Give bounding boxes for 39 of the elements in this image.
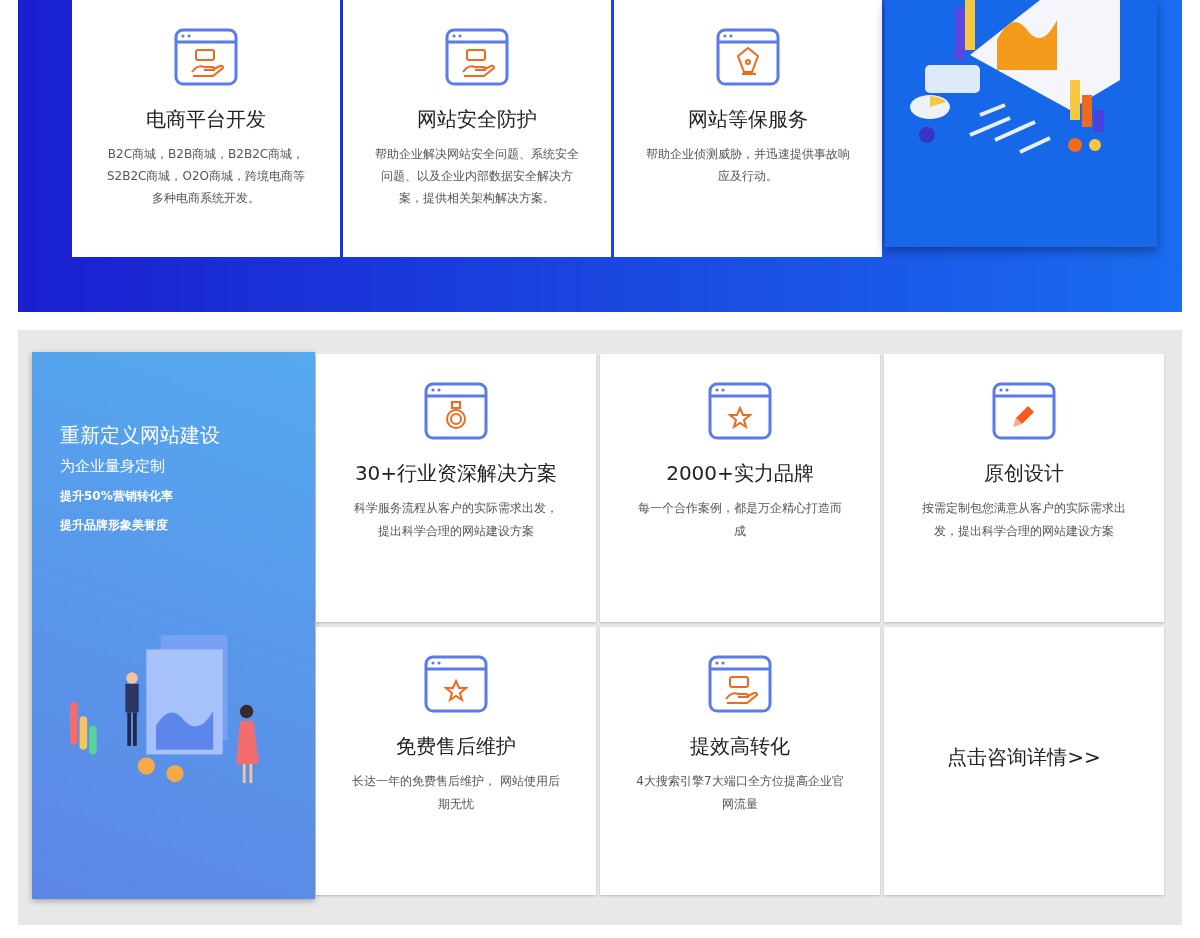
service-title: 网站等保服务 xyxy=(688,106,808,133)
promo-bullet: 提升50%营销转化率 xyxy=(60,488,173,505)
service-description: B2C商城，B2B商城，B2B2C商城，S2B2C商城，O2O商城，跨境电商等多种电商系统开发。 xyxy=(106,146,306,207)
column-shape xyxy=(1070,80,1080,120)
medal-window-icon xyxy=(424,382,488,440)
promo-title: 重新定义网站建设 xyxy=(60,422,220,449)
pen-nib-window-icon xyxy=(716,28,780,86)
feature-description: 每一个合作案例，都是万企精心打造而成 xyxy=(637,500,843,540)
pie-disc-drawing xyxy=(910,95,950,119)
promo-bullet: 提升品牌形象美誉度 xyxy=(60,517,168,534)
feature-title: 提效高转化 xyxy=(690,733,790,760)
service-description: 帮助企业侦测威胁，并迅速提供事故响应及行动。 xyxy=(645,146,851,185)
coin-icon xyxy=(166,764,184,783)
column-shape xyxy=(1082,95,1092,127)
promo-subtitle: 为企业量身定制 xyxy=(60,457,165,476)
hand-card-window-icon xyxy=(445,28,509,86)
hand-card-window-icon xyxy=(708,655,772,713)
feature-title: 30+行业资深解决方案 xyxy=(354,460,558,487)
service-title: 网站安全防护 xyxy=(417,106,537,133)
hand-card-window-icon xyxy=(174,28,238,86)
star-window-icon xyxy=(424,655,488,713)
feature-description: 长达一年的免费售后维护， 网站使用后期无忧 xyxy=(352,773,560,813)
column-shape xyxy=(965,0,975,50)
feature-title: 原创设计 xyxy=(984,460,1064,487)
feature-title: 免费售后维护 xyxy=(396,733,516,760)
service-description: 帮助企业解决网站安全问题、系统安全问题、以及企业内部数据安全解决方案，提供相关架构解决方案。 xyxy=(374,146,580,207)
coin-icon xyxy=(137,757,155,775)
feature-description: 按需定制包您满意从客户的实际需求出发，提出科学合理的网站建设方案 xyxy=(921,500,1127,540)
feature-description: 4大搜索引擎7大端口全方位提高企业官网流量 xyxy=(636,773,844,813)
feature-description: 科学服务流程从客户的实际需求出发，提出科学合理的网站建设方案 xyxy=(353,500,559,540)
pencil-window-icon xyxy=(992,382,1056,440)
column-shape xyxy=(955,8,965,60)
star-window-icon xyxy=(708,382,772,440)
wave-shape xyxy=(997,20,1057,70)
consult-link[interactable]: 点击咨询详情>> xyxy=(947,743,1101,771)
service-title: 电商平台开发 xyxy=(146,106,266,133)
feature-title: 2000+实力品牌 xyxy=(666,460,814,487)
column-shape xyxy=(1094,110,1104,132)
column-shape xyxy=(79,716,88,750)
